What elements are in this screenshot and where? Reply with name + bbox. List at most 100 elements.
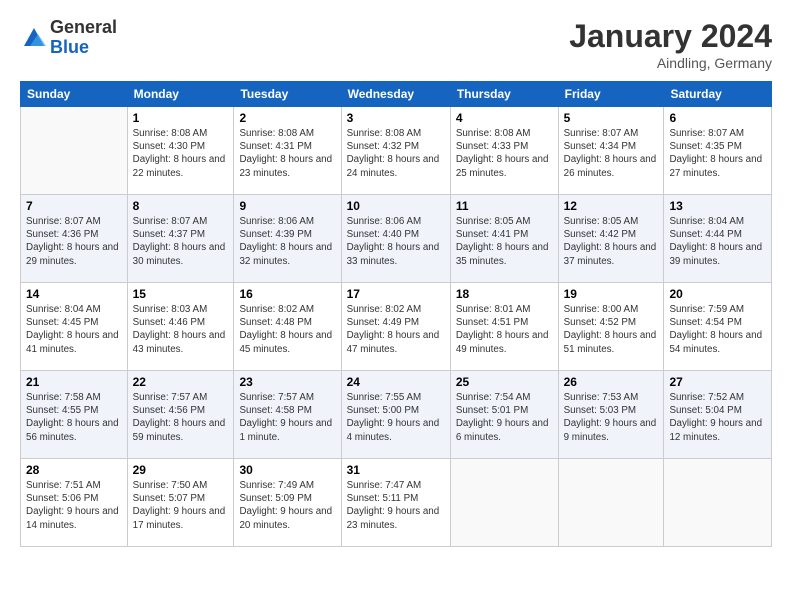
calendar-cell (664, 459, 772, 547)
calendar-cell: 21 Sunrise: 7:58 AM Sunset: 4:55 PM Dayli… (21, 371, 128, 459)
calendar-cell: 23 Sunrise: 7:57 AM Sunset: 4:58 PM Dayli… (234, 371, 341, 459)
calendar-cell: 17 Sunrise: 8:02 AM Sunset: 4:49 PM Dayli… (341, 283, 450, 371)
day-info: Sunrise: 8:08 AM Sunset: 4:31 PM Dayligh… (239, 127, 335, 180)
day-info: Sunrise: 7:50 AM Sunset: 5:07 PM Dayligh… (133, 479, 229, 532)
calendar-cell: 8Sunrise: 8:07 AM Sunset: 4:37 PM Daylig… (127, 195, 234, 283)
logo-icon (20, 24, 48, 52)
day-info: Sunrise: 8:06 AM Sunset: 4:39 PM Dayligh… (239, 215, 335, 268)
logo: General Blue (20, 18, 117, 58)
calendar-cell: 6 Sunrise: 8:07 AM Sunset: 4:35 PM Daylig… (664, 107, 772, 195)
day-info: Sunrise: 7:59 AM Sunset: 4:54 PM Dayligh… (669, 303, 766, 356)
day-number: 6 (669, 111, 766, 125)
day-info: Sunrise: 8:03 AM Sunset: 4:46 PM Dayligh… (133, 303, 229, 356)
col-sunday: Sunday (21, 82, 128, 107)
day-number: 22 (133, 375, 229, 389)
calendar-week-5: 28 Sunrise: 7:51 AM Sunset: 5:06 PM Dayli… (21, 459, 772, 547)
calendar-cell: 14 Sunrise: 8:04 AM Sunset: 4:45 PM Dayli… (21, 283, 128, 371)
col-tuesday: Tuesday (234, 82, 341, 107)
calendar-cell: 20Sunrise: 7:59 AM Sunset: 4:54 PM Dayli… (664, 283, 772, 371)
calendar-cell: 12Sunrise: 8:05 AM Sunset: 4:42 PM Dayli… (558, 195, 664, 283)
day-number: 9 (239, 199, 335, 213)
calendar-cell: 5Sunrise: 8:07 AM Sunset: 4:34 PM Daylig… (558, 107, 664, 195)
calendar-week-4: 21 Sunrise: 7:58 AM Sunset: 4:55 PM Dayli… (21, 371, 772, 459)
day-number: 16 (239, 287, 335, 301)
day-info: Sunrise: 8:00 AM Sunset: 4:52 PM Dayligh… (564, 303, 659, 356)
day-info: Sunrise: 7:55 AM Sunset: 5:00 PM Dayligh… (347, 391, 445, 444)
day-number: 28 (26, 463, 122, 477)
day-number: 30 (239, 463, 335, 477)
day-number: 18 (456, 287, 553, 301)
day-number: 27 (669, 375, 766, 389)
calendar-cell: 18 Sunrise: 8:01 AM Sunset: 4:51 PM Dayli… (450, 283, 558, 371)
col-thursday: Thursday (450, 82, 558, 107)
day-info: Sunrise: 8:01 AM Sunset: 4:51 PM Dayligh… (456, 303, 553, 356)
day-number: 21 (26, 375, 122, 389)
day-number: 11 (456, 199, 553, 213)
day-info: Sunrise: 8:02 AM Sunset: 4:48 PM Dayligh… (239, 303, 335, 356)
calendar-cell: 24 Sunrise: 7:55 AM Sunset: 5:00 PM Dayli… (341, 371, 450, 459)
day-number: 17 (347, 287, 445, 301)
day-info: Sunrise: 8:08 AM Sunset: 4:30 PM Dayligh… (133, 127, 229, 180)
calendar-cell: 10 Sunrise: 8:06 AM Sunset: 4:40 PM Dayli… (341, 195, 450, 283)
calendar-cell: 7 Sunrise: 8:07 AM Sunset: 4:36 PM Daylig… (21, 195, 128, 283)
calendar-week-1: 1 Sunrise: 8:08 AM Sunset: 4:30 PM Daylig… (21, 107, 772, 195)
day-info: Sunrise: 7:51 AM Sunset: 5:06 PM Dayligh… (26, 479, 122, 532)
day-number: 12 (564, 199, 659, 213)
day-number: 14 (26, 287, 122, 301)
calendar-cell: 19Sunrise: 8:00 AM Sunset: 4:52 PM Dayli… (558, 283, 664, 371)
logo-text: General Blue (50, 18, 117, 58)
day-number: 24 (347, 375, 445, 389)
col-friday: Friday (558, 82, 664, 107)
day-info: Sunrise: 8:08 AM Sunset: 4:33 PM Dayligh… (456, 127, 553, 180)
day-info: Sunrise: 7:54 AM Sunset: 5:01 PM Dayligh… (456, 391, 553, 444)
day-info: Sunrise: 8:07 AM Sunset: 4:37 PM Dayligh… (133, 215, 229, 268)
calendar-cell: 11 Sunrise: 8:05 AM Sunset: 4:41 PM Dayli… (450, 195, 558, 283)
calendar-cell: 1 Sunrise: 8:08 AM Sunset: 4:30 PM Daylig… (127, 107, 234, 195)
calendar-week-3: 14 Sunrise: 8:04 AM Sunset: 4:45 PM Dayli… (21, 283, 772, 371)
calendar-cell: 27 Sunrise: 7:52 AM Sunset: 5:04 PM Dayli… (664, 371, 772, 459)
logo-blue: Blue (50, 37, 89, 57)
title-block: January 2024 Aindling, Germany (569, 18, 772, 71)
day-info: Sunrise: 8:07 AM Sunset: 4:34 PM Dayligh… (564, 127, 659, 180)
page: General Blue January 2024 Aindling, Germ… (0, 0, 792, 612)
day-info: Sunrise: 7:53 AM Sunset: 5:03 PM Dayligh… (564, 391, 659, 444)
calendar-cell (450, 459, 558, 547)
calendar-cell: 4Sunrise: 8:08 AM Sunset: 4:33 PM Daylig… (450, 107, 558, 195)
day-info: Sunrise: 8:07 AM Sunset: 4:36 PM Dayligh… (26, 215, 122, 268)
day-info: Sunrise: 8:05 AM Sunset: 4:41 PM Dayligh… (456, 215, 553, 268)
day-number: 13 (669, 199, 766, 213)
day-info: Sunrise: 8:02 AM Sunset: 4:49 PM Dayligh… (347, 303, 445, 356)
col-wednesday: Wednesday (341, 82, 450, 107)
day-number: 15 (133, 287, 229, 301)
day-info: Sunrise: 7:52 AM Sunset: 5:04 PM Dayligh… (669, 391, 766, 444)
day-info: Sunrise: 7:57 AM Sunset: 4:58 PM Dayligh… (239, 391, 335, 444)
day-number: 29 (133, 463, 229, 477)
header: General Blue January 2024 Aindling, Germ… (20, 18, 772, 71)
calendar-cell: 26 Sunrise: 7:53 AM Sunset: 5:03 PM Dayli… (558, 371, 664, 459)
calendar-cell: 13Sunrise: 8:04 AM Sunset: 4:44 PM Dayli… (664, 195, 772, 283)
calendar-header-row: Sunday Monday Tuesday Wednesday Thursday… (21, 82, 772, 107)
calendar-cell (21, 107, 128, 195)
calendar-cell: 16 Sunrise: 8:02 AM Sunset: 4:48 PM Dayli… (234, 283, 341, 371)
day-number: 7 (26, 199, 122, 213)
day-info: Sunrise: 7:58 AM Sunset: 4:55 PM Dayligh… (26, 391, 122, 444)
day-number: 10 (347, 199, 445, 213)
col-monday: Monday (127, 82, 234, 107)
day-info: Sunrise: 7:49 AM Sunset: 5:09 PM Dayligh… (239, 479, 335, 532)
day-info: Sunrise: 8:07 AM Sunset: 4:35 PM Dayligh… (669, 127, 766, 180)
day-info: Sunrise: 8:06 AM Sunset: 4:40 PM Dayligh… (347, 215, 445, 268)
day-info: Sunrise: 8:08 AM Sunset: 4:32 PM Dayligh… (347, 127, 445, 180)
col-saturday: Saturday (664, 82, 772, 107)
calendar-cell: 9 Sunrise: 8:06 AM Sunset: 4:39 PM Daylig… (234, 195, 341, 283)
day-number: 1 (133, 111, 229, 125)
title-month: January 2024 (569, 18, 772, 55)
day-info: Sunrise: 8:04 AM Sunset: 4:45 PM Dayligh… (26, 303, 122, 356)
day-number: 2 (239, 111, 335, 125)
day-number: 3 (347, 111, 445, 125)
day-number: 23 (239, 375, 335, 389)
day-info: Sunrise: 7:57 AM Sunset: 4:56 PM Dayligh… (133, 391, 229, 444)
logo-general: General (50, 17, 117, 37)
calendar-cell (558, 459, 664, 547)
day-number: 26 (564, 375, 659, 389)
calendar-cell: 3 Sunrise: 8:08 AM Sunset: 4:32 PM Daylig… (341, 107, 450, 195)
